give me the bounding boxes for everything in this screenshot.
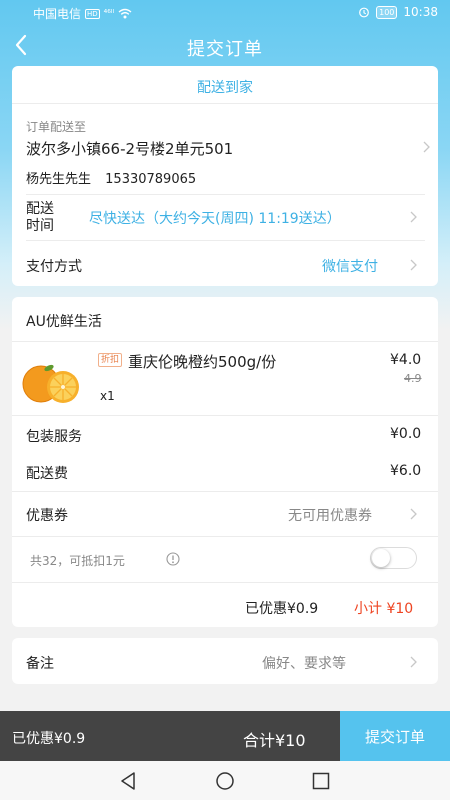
delivery-mode-label[interactable]: 配送到家: [0, 77, 450, 97]
delivery-fee-label: 配送费: [26, 466, 68, 482]
signal-icon: ⁴⁶ᴵᴵ: [103, 8, 115, 19]
status-bar: 中国电信 HD ⁴⁶ᴵᴵ 100 10:38: [0, 0, 450, 26]
remark-input[interactable]: 偏好、要求等: [262, 653, 346, 673]
alarm-icon: [359, 7, 370, 18]
page-title: 提交订单: [187, 39, 263, 60]
items-subtotal: 小计 ¥10: [354, 601, 414, 617]
battery-icon: 100: [376, 5, 398, 19]
items-discount: 已优惠¥0.9: [245, 601, 319, 617]
delivery-time-label-line1: 配送: [26, 201, 54, 217]
delivery-time-label-line2: 时间: [26, 218, 54, 234]
discount-tag: 折扣: [98, 353, 123, 367]
product-original-price: 4.9: [404, 372, 422, 385]
clock-time: 10:38: [403, 5, 438, 19]
store-name: AU优鲜生活: [26, 314, 102, 330]
nav-bar: 提交订单: [0, 26, 450, 66]
divider: [12, 491, 438, 492]
footer-total: 合计¥10: [243, 731, 306, 750]
toggle-knob: [372, 549, 390, 567]
chevron-right-icon[interactable]: [409, 655, 418, 669]
submit-order-button[interactable]: 提交订单: [340, 711, 450, 761]
back-triangle-icon[interactable]: [118, 771, 138, 791]
contact-name: 杨先生先生: [26, 172, 92, 187]
contact-info: 杨先生先生 15330789065: [26, 168, 196, 187]
order-items-card: [12, 297, 438, 627]
divider: [12, 415, 438, 416]
delivery-time-label: 配送 时间: [26, 201, 54, 235]
system-nav-bar: [0, 761, 450, 800]
divider: [12, 582, 438, 583]
divider: [12, 103, 438, 104]
product-name[interactable]: 重庆伦晚橙约500g/份: [128, 351, 276, 372]
chevron-right-icon[interactable]: [409, 210, 418, 224]
points-text: 共32，可抵扣1元: [30, 554, 125, 568]
payment-label: 支付方式: [26, 259, 82, 275]
coupon-label: 优惠券: [26, 508, 68, 524]
address-text[interactable]: 波尔多小镇66-2号楼2单元501: [26, 138, 233, 159]
status-right: 100 10:38: [358, 5, 438, 19]
wifi-icon: [118, 8, 132, 19]
address-label: 订单配送至: [26, 120, 87, 134]
status-left: 中国电信 HD ⁴⁶ᴵᴵ: [33, 5, 132, 22]
remark-card[interactable]: [12, 638, 438, 684]
delivery-fee-value: ¥6.0: [390, 463, 422, 479]
hd-icon: HD: [85, 8, 100, 19]
info-icon[interactable]: [166, 552, 180, 566]
divider: [12, 536, 438, 537]
delivery-time-value[interactable]: 尽快送达（大约今天(周四) 11:19送达）: [89, 208, 341, 228]
remark-label: 备注: [26, 656, 54, 672]
chevron-right-icon[interactable]: [409, 258, 418, 272]
divider: [26, 240, 425, 241]
chevron-right-icon[interactable]: [422, 140, 431, 154]
packing-value: ¥0.0: [390, 426, 422, 442]
home-circle-icon[interactable]: [215, 771, 235, 791]
recents-square-icon[interactable]: [311, 771, 331, 791]
packing-label: 包装服务: [26, 429, 82, 445]
carrier-name: 中国电信: [33, 7, 82, 21]
footer-discount: 已优惠¥0.9: [12, 731, 86, 747]
divider: [12, 341, 438, 342]
product-image[interactable]: [16, 357, 88, 407]
points-toggle[interactable]: [370, 547, 417, 569]
chevron-right-icon[interactable]: [409, 507, 418, 521]
product-price: ¥4.0: [390, 352, 422, 368]
coupon-value[interactable]: 无可用优惠券: [288, 505, 372, 525]
contact-phone: 15330789065: [105, 172, 197, 187]
product-quantity: x1: [100, 389, 115, 403]
payment-value[interactable]: 微信支付: [322, 256, 378, 276]
divider: [26, 194, 425, 195]
